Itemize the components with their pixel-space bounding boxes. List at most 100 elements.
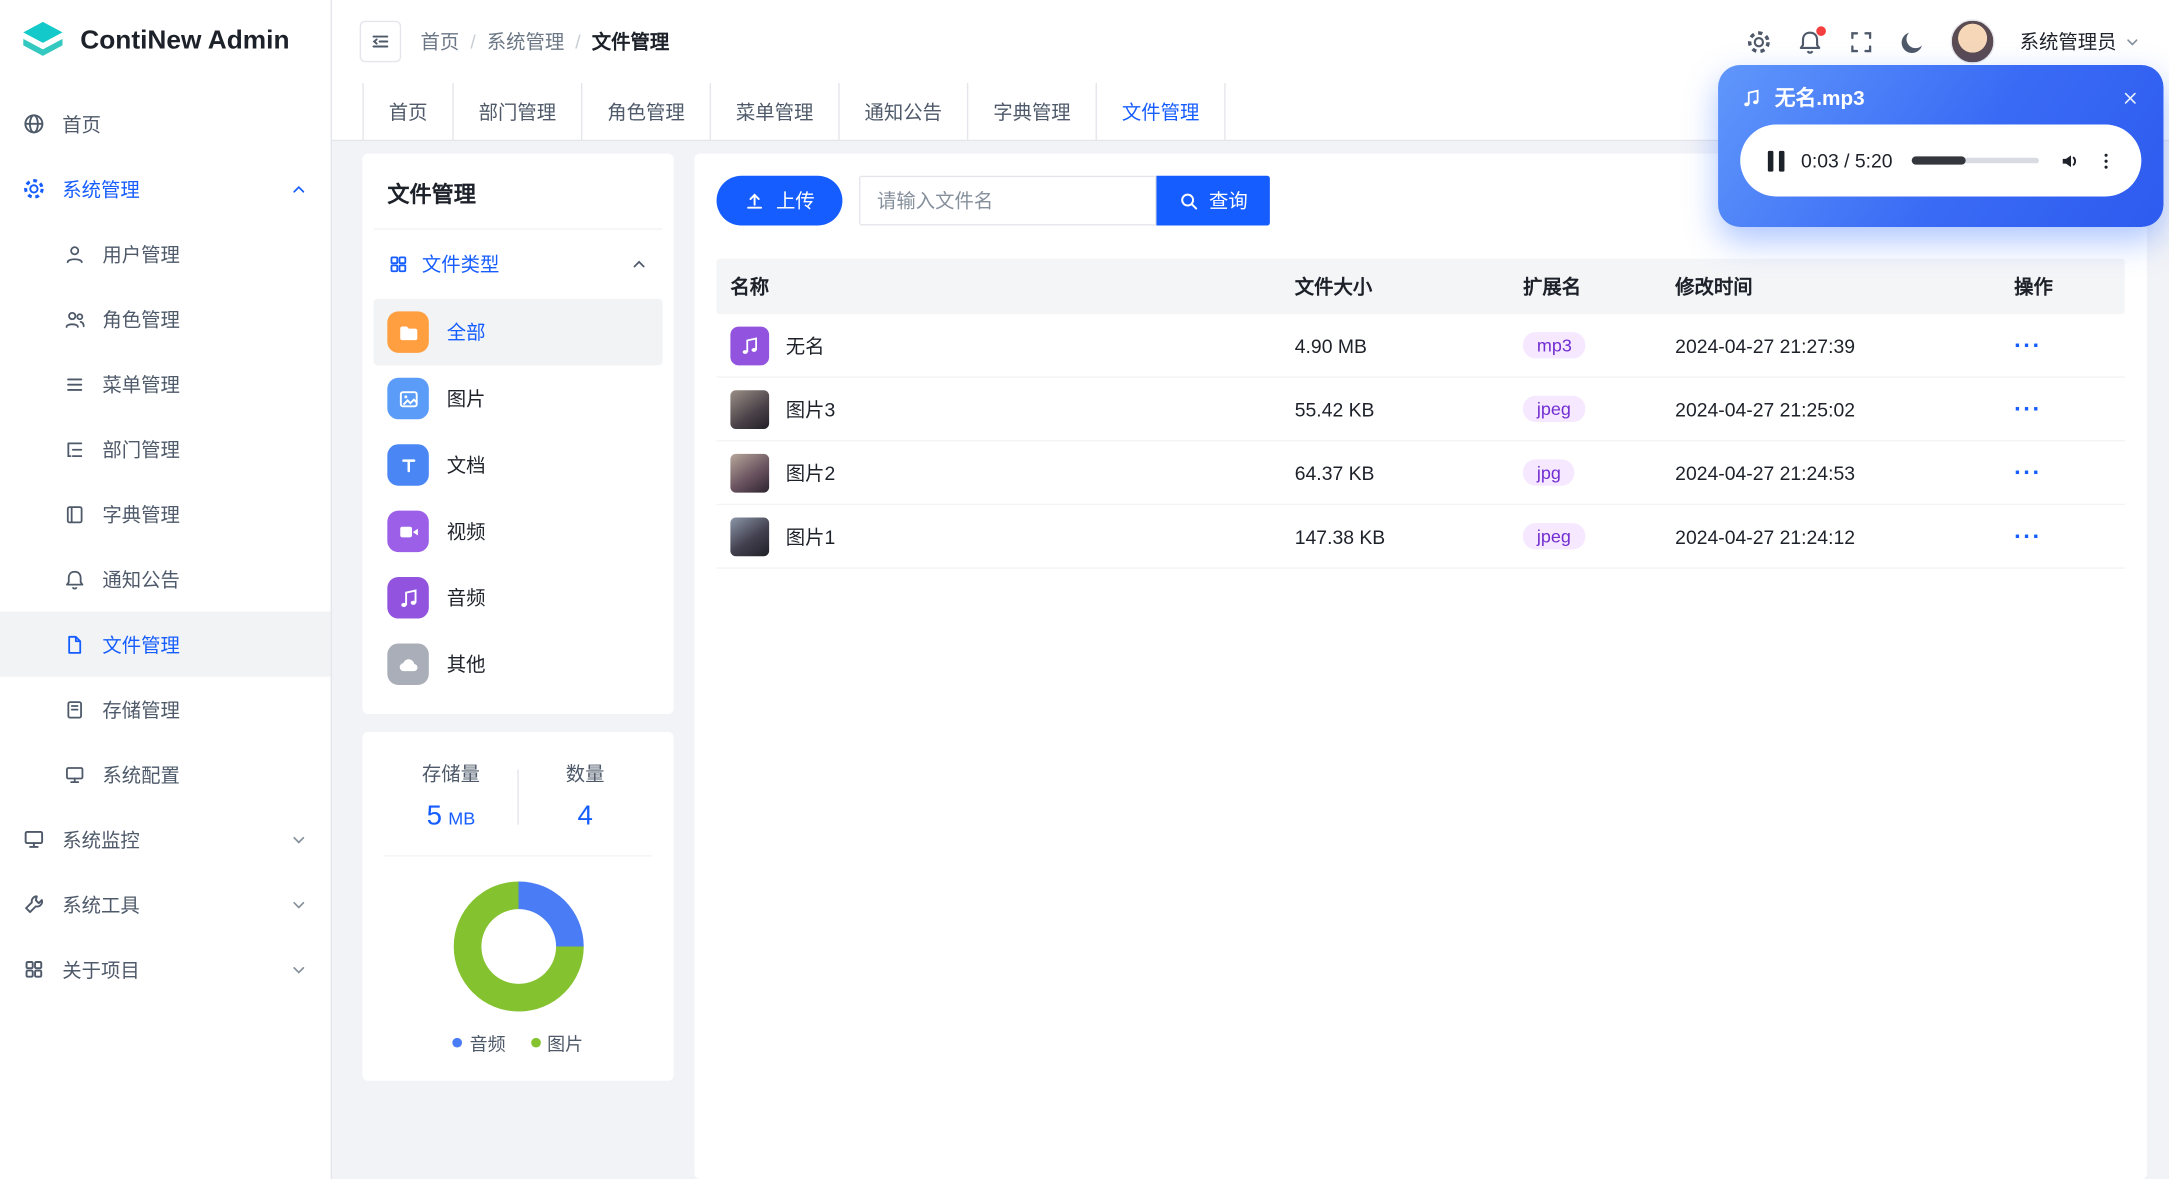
sidebar-item-label: 系统工具 bbox=[62, 893, 140, 916]
file-type-item-audio[interactable]: 音频 bbox=[373, 565, 662, 631]
home-icon bbox=[22, 112, 46, 136]
pause-button[interactable] bbox=[1765, 147, 1787, 173]
tab-role-management[interactable]: 角色管理 bbox=[582, 83, 712, 140]
sidebar-item-department-management[interactable]: 部门管理 bbox=[0, 417, 331, 482]
volume-icon[interactable] bbox=[2058, 149, 2082, 173]
music-note-icon bbox=[387, 577, 429, 619]
table-row[interactable]: 无名 4.90 MB mp3 2024-04-27 21:27:39 ··· bbox=[716, 314, 2125, 378]
progress-slider[interactable] bbox=[1911, 156, 2039, 165]
row-actions-button[interactable]: ··· bbox=[2014, 459, 2042, 487]
monitor-icon bbox=[64, 763, 86, 785]
file-icon bbox=[64, 633, 86, 655]
audio-file-icon bbox=[730, 325, 770, 365]
sidebar-item-label: 系统管理 bbox=[62, 177, 140, 200]
notification-dot bbox=[1816, 25, 1826, 36]
legend-dot bbox=[453, 1037, 463, 1048]
table-row[interactable]: 图片1 147.38 KB jpeg 2024-04-27 21:24:12 ·… bbox=[716, 505, 2125, 569]
audio-player: 无名.mp3 0:03 / 5:20 bbox=[1718, 65, 2164, 227]
search-button[interactable]: 查询 bbox=[1156, 175, 1270, 226]
file-type-label: 全部 bbox=[446, 321, 486, 344]
fullscreen-button[interactable] bbox=[1848, 28, 1874, 54]
settings-button[interactable] bbox=[1746, 28, 1772, 54]
kebab-menu-icon[interactable] bbox=[2096, 150, 2117, 171]
upload-button[interactable]: 上传 bbox=[716, 175, 843, 226]
horizontal-divider bbox=[384, 855, 652, 857]
breadcrumb-item-current: 文件管理 bbox=[591, 30, 670, 53]
player-title: 无名.mp3 bbox=[1774, 87, 1865, 111]
storage-value: 5 bbox=[426, 801, 443, 832]
tab-notice-announcement[interactable]: 通知公告 bbox=[840, 83, 969, 140]
chevron-down-icon bbox=[2123, 33, 2141, 51]
tab-file-management[interactable]: 文件管理 bbox=[1097, 83, 1226, 140]
file-modified: 2024-04-27 21:24:12 bbox=[1675, 525, 1856, 548]
sidebar: ContiNew Admin 首页 系统管理 用户管理 角色管理 菜单管理 部门… bbox=[0, 0, 332, 1179]
list-icon bbox=[64, 373, 86, 395]
file-type-item-all[interactable]: 全部 bbox=[373, 298, 663, 366]
table-row[interactable]: 图片2 64.37 KB jpg 2024-04-27 21:24:53 ··· bbox=[716, 441, 2125, 506]
file-type-item-image[interactable]: 图片 bbox=[373, 365, 662, 431]
video-icon bbox=[387, 510, 429, 553]
column-header-name: 名称 bbox=[730, 275, 770, 298]
tab-dictionary-management[interactable]: 字典管理 bbox=[968, 83, 1097, 140]
table-row[interactable]: 图片3 55.42 KB jpeg 2024-04-27 21:25:02 ··… bbox=[716, 378, 2125, 442]
dark-mode-button[interactable] bbox=[1899, 28, 1925, 54]
sidebar-item-home[interactable]: 首页 bbox=[0, 91, 331, 156]
tab-department-management[interactable]: 部门管理 bbox=[454, 83, 583, 140]
player-time: 0:03 / 5:20 bbox=[1801, 149, 1893, 172]
player-controls: 0:03 / 5:20 bbox=[1740, 124, 2142, 197]
sidebar-item-dictionary-management[interactable]: 字典管理 bbox=[0, 482, 331, 547]
search-input[interactable] bbox=[859, 175, 1157, 226]
file-type-item-video[interactable]: 视频 bbox=[373, 498, 662, 564]
progress-fill bbox=[1911, 156, 1966, 165]
breadcrumb-item-home[interactable]: 首页 bbox=[421, 28, 460, 56]
file-type-section-toggle[interactable]: 文件类型 bbox=[373, 230, 662, 299]
app-logo[interactable]: ContiNew Admin bbox=[0, 0, 331, 83]
sidebar-item-file-management[interactable]: 文件管理 bbox=[0, 611, 331, 677]
row-actions-button[interactable]: ··· bbox=[2014, 331, 2042, 359]
monitor-icon bbox=[22, 828, 46, 852]
row-actions-button[interactable]: ··· bbox=[2014, 522, 2042, 550]
sidebar-collapse-button[interactable] bbox=[359, 20, 402, 63]
file-type-label: 视频 bbox=[446, 520, 486, 543]
breadcrumb-separator: / bbox=[575, 30, 581, 53]
file-type-label: 文档 bbox=[446, 453, 486, 477]
sidebar-item-label: 存储管理 bbox=[102, 698, 180, 721]
sidebar-item-notice-announcement[interactable]: 通知公告 bbox=[0, 547, 331, 612]
tab-home[interactable]: 首页 bbox=[362, 83, 454, 140]
sidebar-item-about-project[interactable]: 关于项目 bbox=[0, 937, 331, 1002]
file-type-item-other[interactable]: 其他 bbox=[373, 631, 662, 697]
row-actions-button[interactable]: ··· bbox=[2014, 395, 2042, 423]
grid-icon bbox=[22, 958, 46, 982]
sidebar-item-label: 菜单管理 bbox=[102, 372, 180, 396]
close-icon[interactable] bbox=[2119, 86, 2141, 108]
column-header-size: 文件大小 bbox=[1294, 275, 1373, 298]
avatar[interactable] bbox=[1950, 19, 1995, 64]
file-ext-tag: mp3 bbox=[1523, 332, 1586, 359]
sidebar-item-user-management[interactable]: 用户管理 bbox=[0, 221, 331, 286]
notifications-button[interactable] bbox=[1797, 25, 1826, 54]
sidebar-item-system-tools[interactable]: 系统工具 bbox=[0, 872, 331, 937]
header-actions: 系统管理员 bbox=[1746, 19, 2142, 64]
file-size: 55.42 KB bbox=[1294, 397, 1375, 420]
user-menu[interactable]: 系统管理员 bbox=[2020, 28, 2142, 56]
sidebar-item-menu-management[interactable]: 菜单管理 bbox=[0, 351, 331, 416]
sidebar-item-system-management[interactable]: 系统管理 bbox=[0, 156, 331, 221]
sidebar-item-system-monitor[interactable]: 系统监控 bbox=[0, 807, 331, 872]
sidebar-item-storage-management[interactable]: 存储管理 bbox=[0, 677, 331, 742]
sidebar-item-label: 系统监控 bbox=[62, 828, 140, 851]
gear-icon bbox=[22, 177, 46, 201]
file-type-item-document[interactable]: 文档 bbox=[373, 432, 662, 498]
left-column: 文件管理 文件类型 全部 图片 文档 视频 音频 其他 存储量 5 MB 数量 … bbox=[362, 153, 674, 1179]
file-modified: 2024-04-27 21:25:02 bbox=[1675, 397, 1856, 420]
sidebar-item-role-management[interactable]: 角色管理 bbox=[0, 286, 331, 351]
files-table: 名称 文件大小 扩展名 修改时间 操作 无名 4.90 MB mp3 2024-… bbox=[716, 258, 2125, 569]
tab-menu-management[interactable]: 菜单管理 bbox=[711, 83, 840, 140]
breadcrumb-item-system[interactable]: 系统管理 bbox=[487, 28, 564, 56]
chevron-down-icon bbox=[289, 895, 308, 914]
sidebar-item-label: 用户管理 bbox=[102, 242, 180, 265]
sidebar-item-label: 角色管理 bbox=[102, 307, 180, 331]
sidebar-item-system-config[interactable]: 系统配置 bbox=[0, 742, 331, 807]
legend-item-image: 图片 bbox=[530, 1030, 583, 1056]
user-icon bbox=[64, 243, 86, 265]
player-header: 无名.mp3 bbox=[1718, 65, 2163, 125]
